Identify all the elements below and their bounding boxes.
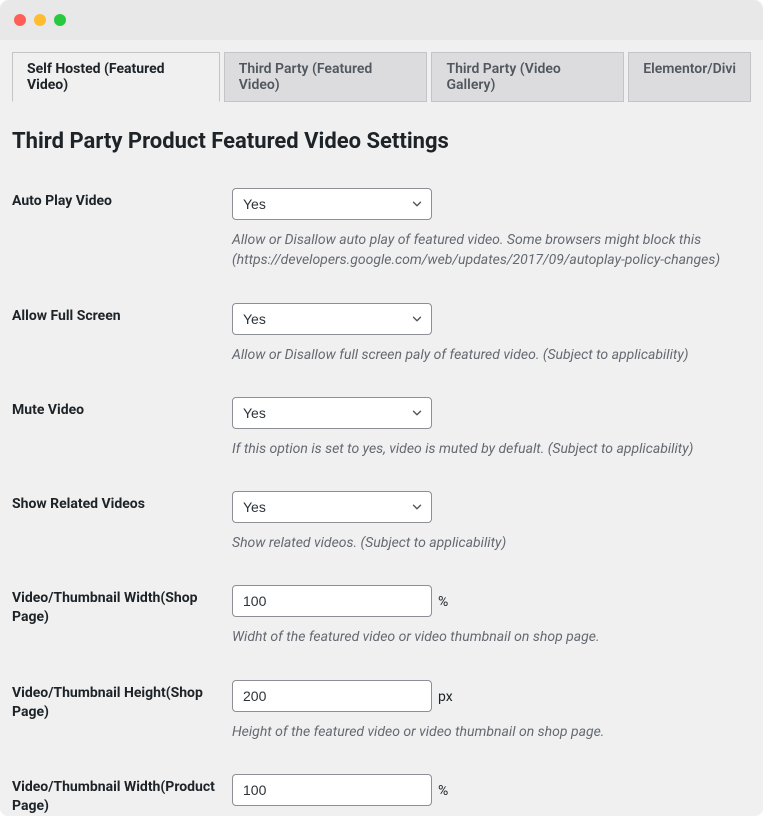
- help-autoplay: Allow or Disallow auto play of featured …: [232, 230, 751, 271]
- select-fullscreen[interactable]: Yes: [232, 303, 432, 335]
- label-product-width: Video/Thumbnail Width(Product Page): [12, 758, 232, 816]
- close-window-button[interactable]: [14, 14, 26, 26]
- app-window: Self Hosted (Featured Video) Third Party…: [0, 0, 763, 816]
- unit-product-width: %: [438, 783, 448, 799]
- maximize-window-button[interactable]: [54, 14, 66, 26]
- row-product-width: Video/Thumbnail Width(Product Page) % Wi…: [12, 758, 751, 816]
- help-shop-height: Height of the featured video or video th…: [232, 722, 751, 742]
- input-shop-width[interactable]: [232, 585, 432, 617]
- content-area: Self Hosted (Featured Video) Third Party…: [0, 40, 763, 816]
- help-mute: If this option is set to yes, video is m…: [232, 439, 751, 459]
- page-title: Third Party Product Featured Video Setti…: [12, 129, 751, 154]
- unit-shop-width: %: [438, 594, 448, 610]
- help-related: Show related videos. (Subject to applica…: [232, 533, 751, 553]
- row-shop-width: Video/Thumbnail Width(Shop Page) % Widht…: [12, 569, 751, 663]
- unit-shop-height: px: [438, 689, 453, 705]
- tab-elementor-divi[interactable]: Elementor/Divi: [628, 52, 751, 102]
- settings-form: Auto Play Video Yes Allow or Disallow au…: [12, 172, 751, 816]
- select-related[interactable]: Yes: [232, 491, 432, 523]
- row-fullscreen: Allow Full Screen Yes Allow or Disallow …: [12, 287, 751, 381]
- row-autoplay: Auto Play Video Yes Allow or Disallow au…: [12, 172, 751, 287]
- help-shop-width: Widht of the featured video or video thu…: [232, 627, 751, 647]
- tab-third-party-featured[interactable]: Third Party (Featured Video): [224, 52, 428, 102]
- tabs-nav: Self Hosted (Featured Video) Third Party…: [12, 52, 751, 101]
- select-autoplay[interactable]: Yes: [232, 188, 432, 220]
- tab-third-party-gallery[interactable]: Third Party (Video Gallery): [431, 52, 624, 102]
- label-autoplay: Auto Play Video: [12, 172, 232, 287]
- titlebar: [0, 0, 763, 40]
- label-shop-width: Video/Thumbnail Width(Shop Page): [12, 569, 232, 663]
- tab-self-hosted-featured[interactable]: Self Hosted (Featured Video): [12, 52, 220, 102]
- input-shop-height[interactable]: [232, 680, 432, 712]
- input-product-width[interactable]: [232, 774, 432, 806]
- label-shop-height: Video/Thumbnail Height(Shop Page): [12, 664, 232, 758]
- row-shop-height: Video/Thumbnail Height(Shop Page) px Hei…: [12, 664, 751, 758]
- row-related: Show Related Videos Yes Show related vid…: [12, 475, 751, 569]
- label-fullscreen: Allow Full Screen: [12, 287, 232, 381]
- row-mute: Mute Video Yes If this option is set to …: [12, 381, 751, 475]
- help-fullscreen: Allow or Disallow full screen paly of fe…: [232, 345, 751, 365]
- label-related: Show Related Videos: [12, 475, 232, 569]
- select-mute[interactable]: Yes: [232, 397, 432, 429]
- label-mute: Mute Video: [12, 381, 232, 475]
- minimize-window-button[interactable]: [34, 14, 46, 26]
